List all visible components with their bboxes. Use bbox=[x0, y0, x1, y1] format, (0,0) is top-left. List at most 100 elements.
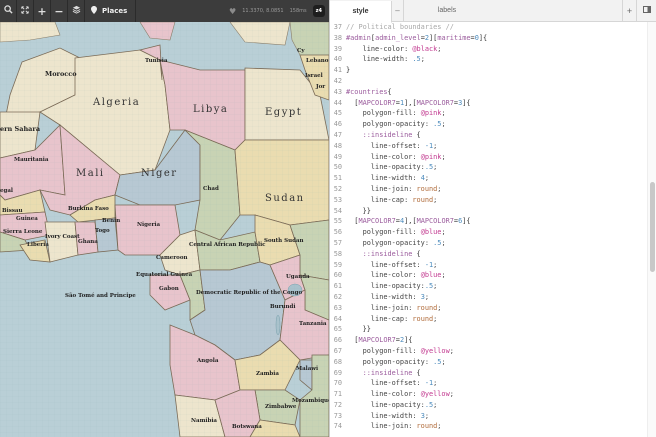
line-content: ::insideline { bbox=[346, 130, 421, 141]
code-line[interactable]: 52 line-join: round; bbox=[330, 184, 648, 195]
fullscreen-button[interactable] bbox=[17, 0, 33, 22]
code-line[interactable]: 59 line-offset: -1; bbox=[330, 260, 648, 271]
code-line[interactable]: 55 [MAPCOLOR7=4],[MAPCOLOR7=6]{ bbox=[330, 216, 648, 227]
code-line[interactable]: 46 polygon-opacity: .5; bbox=[330, 119, 648, 130]
line-number: 69 bbox=[333, 368, 342, 377]
line-content: line-width: .5; bbox=[346, 54, 425, 65]
code-line[interactable]: 37 // Political boundaries // bbox=[330, 22, 648, 33]
code-token: @pink bbox=[420, 109, 442, 118]
code-line[interactable]: 43 #countries{ bbox=[330, 87, 648, 98]
code-token: line-join: bbox=[346, 184, 417, 193]
code-line[interactable]: 68 polygon-opacity: .5; bbox=[330, 357, 648, 368]
code-token: round bbox=[416, 303, 438, 312]
code-line[interactable]: 51 line-width: 4; bbox=[330, 173, 648, 184]
code-token: ; bbox=[433, 163, 438, 172]
line-number: 72 bbox=[333, 400, 342, 409]
code-token: ::insideline bbox=[346, 249, 413, 258]
code-token: ]{ bbox=[462, 98, 471, 107]
code-line[interactable]: 41} bbox=[330, 65, 648, 76]
code-token: line-offset: bbox=[346, 260, 425, 269]
code-area[interactable]: 37// Political boundaries //38 #admin[adm… bbox=[330, 22, 648, 437]
line-number: 62 bbox=[333, 292, 342, 301]
code-line[interactable]: 64 line-cap: round; bbox=[330, 314, 648, 325]
tab-style-close-button[interactable]: – bbox=[392, 0, 404, 22]
map-canvas[interactable] bbox=[0, 0, 329, 437]
line-number: 59 bbox=[333, 260, 342, 269]
code-line[interactable]: 39 line-color: @black; bbox=[330, 44, 648, 55]
code-line[interactable]: 42 bbox=[330, 76, 648, 87]
line-number: 52 bbox=[333, 184, 342, 193]
country-label-senegal: egal bbox=[0, 188, 13, 194]
code-line[interactable]: 53 line-cap: round; bbox=[330, 195, 648, 206]
add-tab-button[interactable]: + bbox=[622, 0, 636, 22]
tab-style[interactable]: style bbox=[330, 0, 392, 23]
line-content: ::insideline { bbox=[346, 368, 421, 379]
line-content: [MAPCOLOR7=4],[MAPCOLOR7=6]{ bbox=[346, 216, 470, 227]
code-line[interactable]: 47 ::insideline { bbox=[330, 130, 648, 141]
code-line[interactable]: 71 line-color: @yellow; bbox=[330, 389, 648, 400]
country-label-mozambique: Mozambique bbox=[292, 398, 329, 404]
code-token: line-join: bbox=[346, 303, 417, 312]
heart-icon[interactable]: ♥ bbox=[229, 7, 236, 16]
code-line[interactable]: 67 polygon-fill: @yellow; bbox=[330, 346, 648, 357]
line-number: 58 bbox=[333, 249, 342, 258]
code-editor: style – labels + 37 // Political boundari… bbox=[329, 0, 656, 437]
map-toolbar: + − Places ♥ 11.3370, 8.0851 158ms z4 bbox=[0, 0, 329, 22]
line-number: 54 bbox=[333, 206, 342, 215]
code-token: ; bbox=[437, 44, 442, 53]
code-line[interactable]: 57 polygon-opacity: .5; bbox=[330, 238, 648, 249]
code-line[interactable]: 74 line-join: round; bbox=[330, 421, 648, 432]
code-token: { bbox=[412, 249, 421, 258]
tab-labels[interactable]: labels bbox=[404, 0, 490, 22]
country-label-sao-tome: São Tomé and Principe bbox=[65, 293, 136, 299]
country-label-car: Central African Republic bbox=[189, 242, 266, 248]
country-label-togo: Togo bbox=[95, 228, 110, 234]
code-token: line-cap: bbox=[346, 195, 413, 204]
code-token: .5 bbox=[424, 163, 434, 172]
code-token: line-width: bbox=[346, 174, 421, 183]
code-line[interactable]: 66 [MAPCOLOR7=2]{ bbox=[330, 335, 648, 346]
code-line[interactable]: 73 line-width: 3; bbox=[330, 411, 648, 422]
search-button[interactable] bbox=[0, 0, 16, 22]
code-line[interactable]: 56 polygon-fill: @blue; bbox=[330, 227, 648, 238]
line-content: line-width: 3; bbox=[346, 292, 429, 303]
layers-button[interactable] bbox=[68, 0, 84, 22]
code-token: ; bbox=[441, 120, 446, 129]
code-line[interactable]: 70 line-offset: -1; bbox=[330, 378, 648, 389]
code-line[interactable]: 38 #admin[admin_level=2][maritime=0]{ bbox=[330, 33, 648, 44]
code-line[interactable]: 60 line-color: @blue; bbox=[330, 270, 648, 281]
code-line[interactable]: 72 line-opacity:.5; bbox=[330, 400, 648, 411]
map-view[interactable]: Morocco Algeria Tunisia Libya Egypt ern Sahar… bbox=[0, 0, 329, 437]
line-content: #admin[admin_level=2][maritime=0]{ bbox=[346, 33, 487, 44]
zoom-out-button[interactable]: − bbox=[51, 0, 67, 22]
code-line[interactable]: 50 line-opacity:.5; bbox=[330, 162, 648, 173]
code-line[interactable]: 69 ::insideline { bbox=[330, 368, 648, 379]
code-token: line-opacity: bbox=[346, 163, 425, 172]
line-content: line-cap: round; bbox=[346, 195, 437, 206]
zoom-in-button[interactable]: + bbox=[34, 0, 50, 22]
scrollbar-thumb[interactable] bbox=[650, 182, 655, 272]
zoom-level-badge: z4 bbox=[312, 5, 325, 17]
code-token: }} bbox=[346, 325, 371, 334]
places-button[interactable]: Places bbox=[84, 0, 137, 22]
toggle-panel-button[interactable] bbox=[636, 0, 656, 22]
code-line[interactable]: 61 line-opacity:.5; bbox=[330, 281, 648, 292]
code-line[interactable]: 45 polygon-fill: @pink; bbox=[330, 108, 648, 119]
code-line[interactable]: 54 }} bbox=[330, 206, 648, 217]
code-token: @blue bbox=[420, 271, 442, 280]
line-number: 56 bbox=[333, 228, 342, 237]
code-line[interactable]: 62 line-width: 3; bbox=[330, 292, 648, 303]
code-line[interactable]: 58 ::insideline { bbox=[330, 249, 648, 260]
code-line[interactable]: 65 }} bbox=[330, 324, 648, 335]
country-label-ghana: Ghana bbox=[78, 239, 98, 245]
code-line[interactable]: 40 line-width: .5; bbox=[330, 54, 648, 65]
code-token: line-color: bbox=[346, 44, 413, 53]
code-line[interactable]: 48 line-offset: -1; bbox=[330, 141, 648, 152]
code-line[interactable]: 63 line-join: round; bbox=[330, 303, 648, 314]
line-number: 66 bbox=[333, 336, 342, 345]
editor-scrollbar[interactable] bbox=[647, 22, 656, 437]
code-line[interactable]: 44 [MAPCOLOR7=1],[MAPCOLOR7=3]{ bbox=[330, 98, 648, 109]
code-line[interactable]: 49 line-color: @pink; bbox=[330, 152, 648, 163]
code-token: ; bbox=[441, 152, 446, 161]
country-label-western-sahara: ern Sahara bbox=[0, 125, 41, 133]
